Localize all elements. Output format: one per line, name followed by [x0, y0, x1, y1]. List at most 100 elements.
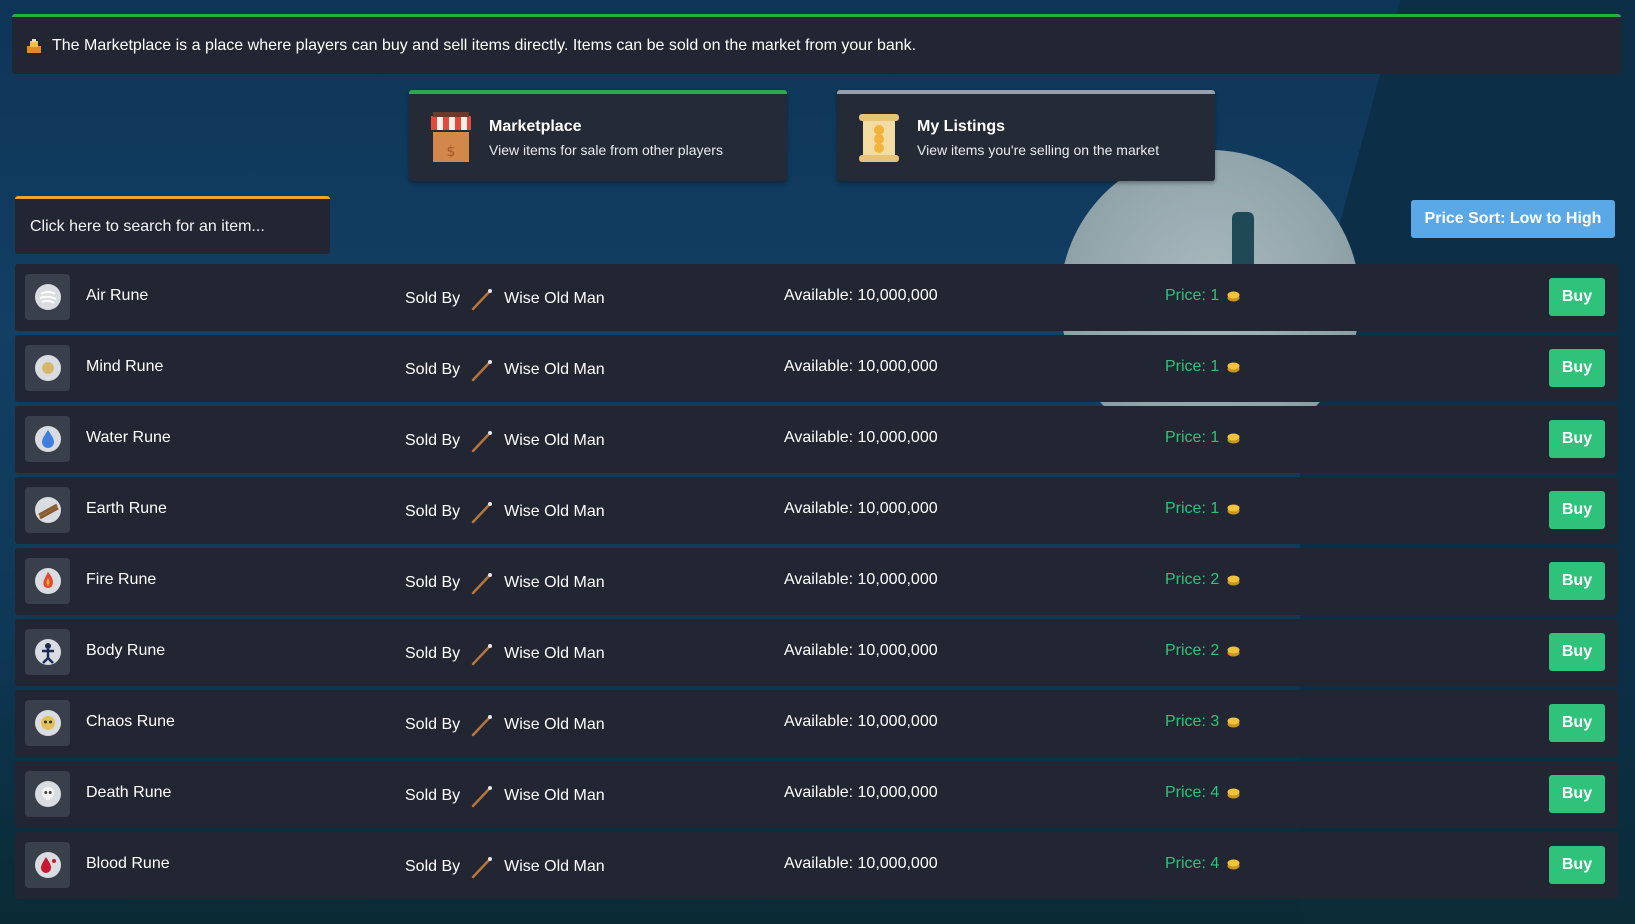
price-label: Price:	[1165, 642, 1206, 659]
seller-info: Sold By Wise Old Man	[405, 784, 605, 808]
listing-row-body-rune: Body Rune Sold By Wise Old Man Available…	[15, 619, 1618, 686]
coins-icon	[1227, 362, 1240, 373]
price-label: Price:	[1165, 358, 1206, 375]
body-rune-icon	[25, 629, 70, 675]
available-value: 10,000,000	[857, 571, 938, 588]
price: Price: 4	[1165, 855, 1240, 873]
coins-icon	[1227, 788, 1240, 799]
marketplace-info-icon	[27, 38, 41, 53]
available-value: 10,000,000	[857, 500, 938, 517]
staff-icon	[471, 289, 493, 311]
available-value: 10,000,000	[857, 358, 938, 375]
buy-button[interactable]: Buy	[1549, 278, 1605, 316]
buy-button[interactable]: Buy	[1549, 704, 1605, 742]
background-tower	[1232, 212, 1254, 272]
price: Price: 2	[1165, 571, 1240, 589]
available-quantity: Available: 10,000,000	[784, 429, 938, 447]
available-value: 10,000,000	[857, 855, 938, 872]
available-label: Available:	[784, 855, 858, 872]
seller-info: Sold By Wise Old Man	[405, 287, 605, 311]
death-rune-icon	[25, 771, 70, 817]
available-value: 10,000,000	[857, 713, 938, 730]
info-banner: The Marketplace is a place where players…	[12, 14, 1621, 74]
available-label: Available:	[784, 287, 858, 304]
earth-rune-icon	[25, 487, 70, 533]
seller-info: Sold By Wise Old Man	[405, 642, 605, 666]
listing-row-water-rune: Water Rune Sold By Wise Old Man Availabl…	[15, 406, 1618, 473]
sold-by-label: Sold By	[405, 290, 461, 307]
buy-button[interactable]: Buy	[1549, 633, 1605, 671]
item-name: Body Rune	[86, 642, 166, 659]
seller-name: Wise Old Man	[504, 716, 605, 733]
scroll-icon	[859, 113, 899, 162]
seller-name: Wise Old Man	[504, 361, 605, 378]
seller-name: Wise Old Man	[504, 432, 605, 449]
staff-icon	[471, 431, 493, 453]
available-value: 10,000,000	[857, 287, 938, 304]
tab-my-listings[interactable]: My Listings View items you're selling on…	[837, 90, 1215, 181]
tab-marketplace-subtitle: View items for sale from other players	[489, 141, 723, 158]
staff-icon	[471, 786, 493, 808]
sold-by-label: Sold By	[405, 787, 461, 804]
search-input[interactable]: Click here to search for an item...	[15, 196, 330, 254]
search-placeholder: Click here to search for an item...	[30, 217, 265, 235]
staff-icon	[471, 857, 493, 879]
available-value: 10,000,000	[857, 642, 938, 659]
mind-rune-icon	[25, 345, 70, 391]
price-value: 1	[1210, 287, 1220, 304]
coins-icon	[1227, 717, 1240, 728]
coins-icon	[1227, 575, 1240, 586]
price: Price: 4	[1165, 784, 1240, 802]
available-quantity: Available: 10,000,000	[784, 500, 938, 518]
price-value: 2	[1210, 571, 1220, 588]
buy-button[interactable]: Buy	[1549, 349, 1605, 387]
seller-name: Wise Old Man	[504, 645, 605, 662]
available-label: Available:	[784, 571, 858, 588]
item-name: Earth Rune	[86, 500, 167, 517]
seller-info: Sold By Wise Old Man	[405, 358, 605, 382]
item-name: Water Rune	[86, 429, 171, 446]
price-sort-button[interactable]: Price Sort: Low to High	[1411, 200, 1615, 238]
item-name: Chaos Rune	[86, 713, 175, 730]
listing-row-air-rune: Air Rune Sold By Wise Old Man Available:…	[15, 264, 1618, 331]
item-name: Death Rune	[86, 784, 172, 801]
item-name: Air Rune	[86, 287, 149, 304]
listing-row-mind-rune: Mind Rune Sold By Wise Old Man Available…	[15, 335, 1618, 402]
seller-name: Wise Old Man	[504, 503, 605, 520]
price-value: 3	[1210, 713, 1220, 730]
chaos-rune-icon	[25, 700, 70, 746]
tab-my-listings-title: My Listings	[917, 117, 1006, 135]
price-value: 1	[1210, 429, 1220, 446]
listing-row-death-rune: Death Rune Sold By Wise Old Man Availabl…	[15, 761, 1618, 828]
listing-row-fire-rune: Fire Rune Sold By Wise Old Man Available…	[15, 548, 1618, 615]
tab-my-listings-subtitle: View items you're selling on the market	[917, 141, 1160, 158]
buy-button[interactable]: Buy	[1549, 420, 1605, 458]
price-value: 4	[1210, 855, 1220, 872]
seller-info: Sold By Wise Old Man	[405, 500, 605, 524]
price-value: 4	[1210, 784, 1220, 801]
seller-info: Sold By Wise Old Man	[405, 429, 605, 453]
price-value: 1	[1210, 358, 1220, 375]
price: Price: 1	[1165, 287, 1240, 305]
buy-button[interactable]: Buy	[1549, 775, 1605, 813]
available-label: Available:	[784, 358, 858, 375]
available-quantity: Available: 10,000,000	[784, 855, 938, 873]
sold-by-label: Sold By	[405, 716, 461, 733]
sold-by-label: Sold By	[405, 503, 461, 520]
buy-button[interactable]: Buy	[1549, 846, 1605, 884]
tab-marketplace[interactable]: $ Marketplace View items for sale from o…	[409, 90, 787, 181]
item-name: Blood Rune	[86, 855, 170, 872]
seller-name: Wise Old Man	[504, 574, 605, 591]
listing-row-blood-rune: Blood Rune Sold By Wise Old Man Availabl…	[15, 832, 1618, 899]
coins-icon	[1227, 646, 1240, 657]
available-label: Available:	[784, 784, 858, 801]
buy-button[interactable]: Buy	[1549, 562, 1605, 600]
available-label: Available:	[784, 713, 858, 730]
buy-button[interactable]: Buy	[1549, 491, 1605, 529]
available-quantity: Available: 10,000,000	[784, 358, 938, 376]
market-stall-icon: $	[431, 111, 471, 162]
seller-info: Sold By Wise Old Man	[405, 713, 605, 737]
water-rune-icon	[25, 416, 70, 462]
price-label: Price:	[1165, 287, 1206, 304]
seller-name: Wise Old Man	[504, 787, 605, 804]
